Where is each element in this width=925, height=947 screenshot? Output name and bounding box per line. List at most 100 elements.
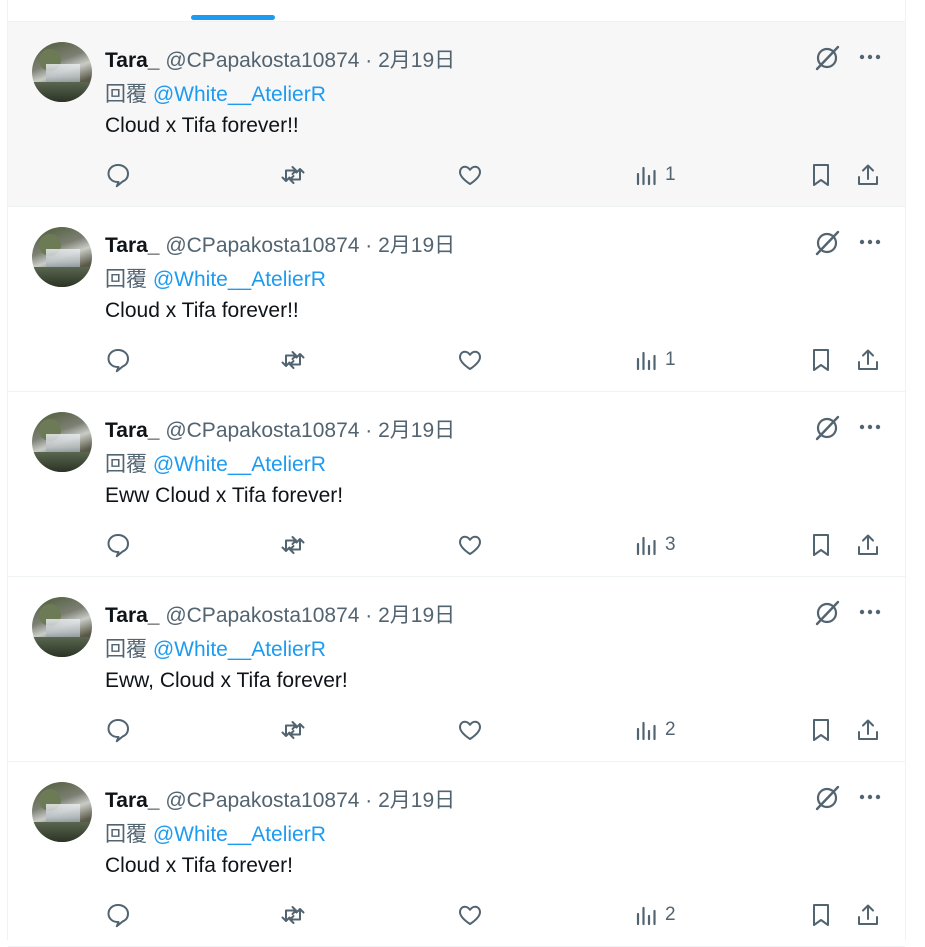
bookmark-icon[interactable] bbox=[806, 900, 836, 930]
like-icon[interactable] bbox=[455, 345, 485, 375]
tweet-actions: 1 bbox=[8, 345, 905, 375]
like-icon[interactable] bbox=[455, 530, 485, 560]
tweet-text: Eww, Cloud x Tifa forever! bbox=[105, 669, 348, 692]
reply-context: 回覆 @White__AtelierR bbox=[105, 633, 326, 663]
display-name[interactable]: Tara_ bbox=[105, 234, 159, 257]
bookmark-icon[interactable] bbox=[806, 715, 836, 745]
reply-mention-link[interactable]: @White__AtelierR bbox=[153, 823, 326, 846]
reply-context: 回覆 @White__AtelierR bbox=[105, 78, 326, 108]
retweet-icon[interactable] bbox=[278, 345, 308, 375]
more-icon[interactable] bbox=[856, 228, 884, 256]
tweet-text: Eww Cloud x Tifa forever! bbox=[105, 484, 344, 507]
avatar[interactable] bbox=[32, 227, 92, 287]
reply-icon[interactable] bbox=[103, 715, 133, 745]
separator-dot: · bbox=[359, 419, 379, 442]
retweet-icon[interactable] bbox=[278, 530, 308, 560]
more-icon[interactable] bbox=[856, 598, 884, 626]
share-icon[interactable] bbox=[853, 715, 883, 745]
views-count: 2 bbox=[665, 719, 676, 740]
reply-context: 回覆 @White__AtelierR bbox=[105, 818, 326, 848]
reply-mention-link[interactable]: @White__AtelierR bbox=[153, 268, 326, 291]
grok-icon[interactable] bbox=[813, 413, 841, 441]
reply-mention-link[interactable]: @White__AtelierR bbox=[153, 453, 326, 476]
user-handle[interactable]: @CPapakosta10874 bbox=[165, 49, 359, 72]
reply-icon[interactable] bbox=[103, 900, 133, 930]
more-icon[interactable] bbox=[856, 413, 884, 441]
share-icon[interactable] bbox=[853, 900, 883, 930]
bookmark-icon[interactable] bbox=[806, 530, 836, 560]
tweet-date[interactable]: 2月19日 bbox=[378, 419, 455, 442]
tweet[interactable]: Tara_ @CPapakosta10874 · 2月19日 回覆 @White… bbox=[8, 392, 905, 577]
tweet-actions: 3 bbox=[8, 530, 905, 560]
grok-icon[interactable] bbox=[813, 228, 841, 256]
tweet-actions: 1 bbox=[8, 160, 905, 190]
display-name[interactable]: Tara_ bbox=[105, 789, 159, 812]
active-tab-indicator bbox=[191, 15, 275, 20]
user-handle[interactable]: @CPapakosta10874 bbox=[165, 234, 359, 257]
tweet-header: Tara_ @CPapakosta10874 · 2月19日 bbox=[105, 599, 455, 629]
tweet-actions: 2 bbox=[8, 715, 905, 745]
views-icon[interactable] bbox=[632, 900, 662, 930]
reply-prefix: 回覆 bbox=[105, 83, 153, 106]
separator-dot: · bbox=[359, 49, 379, 72]
like-icon[interactable] bbox=[455, 715, 485, 745]
grok-icon[interactable] bbox=[813, 43, 841, 71]
views-count: 1 bbox=[665, 164, 676, 185]
avatar[interactable] bbox=[32, 597, 92, 657]
reply-prefix: 回覆 bbox=[105, 453, 153, 476]
tweet[interactable]: Tara_ @CPapakosta10874 · 2月19日 回覆 @White… bbox=[8, 207, 905, 392]
grok-icon[interactable] bbox=[813, 783, 841, 811]
more-icon[interactable] bbox=[856, 783, 884, 811]
reply-icon[interactable] bbox=[103, 160, 133, 190]
tweet[interactable]: Tara_ @CPapakosta10874 · 2月19日 回覆 @White… bbox=[8, 22, 905, 207]
views-icon[interactable] bbox=[632, 345, 662, 375]
more-icon[interactable] bbox=[856, 43, 884, 71]
reply-mention-link[interactable]: @White__AtelierR bbox=[153, 83, 326, 106]
views-count: 2 bbox=[665, 904, 676, 925]
reply-prefix: 回覆 bbox=[105, 823, 153, 846]
display-name[interactable]: Tara_ bbox=[105, 49, 159, 72]
tweet-text: Cloud x Tifa forever! bbox=[105, 854, 293, 877]
tweet[interactable]: Tara_ @CPapakosta10874 · 2月19日 回覆 @White… bbox=[8, 577, 905, 762]
separator-dot: · bbox=[359, 789, 379, 812]
like-icon[interactable] bbox=[455, 160, 485, 190]
views-icon[interactable] bbox=[632, 530, 662, 560]
tweet-actions: 2 bbox=[8, 900, 905, 930]
retweet-icon[interactable] bbox=[278, 900, 308, 930]
tweet-header: Tara_ @CPapakosta10874 · 2月19日 bbox=[105, 229, 455, 259]
tweet-date[interactable]: 2月19日 bbox=[378, 234, 455, 257]
share-icon[interactable] bbox=[853, 160, 883, 190]
views-count: 3 bbox=[665, 534, 676, 555]
reply-context: 回覆 @White__AtelierR bbox=[105, 448, 326, 478]
separator-dot: · bbox=[359, 234, 379, 257]
share-icon[interactable] bbox=[853, 345, 883, 375]
retweet-icon[interactable] bbox=[278, 715, 308, 745]
user-handle[interactable]: @CPapakosta10874 bbox=[165, 789, 359, 812]
bookmark-icon[interactable] bbox=[806, 345, 836, 375]
views-icon[interactable] bbox=[632, 715, 662, 745]
avatar[interactable] bbox=[32, 412, 92, 472]
avatar[interactable] bbox=[32, 42, 92, 102]
timeline-column: Tara_ @CPapakosta10874 · 2月19日 回覆 @White… bbox=[7, 0, 906, 947]
share-icon[interactable] bbox=[853, 530, 883, 560]
grok-icon[interactable] bbox=[813, 598, 841, 626]
tweet-date[interactable]: 2月19日 bbox=[378, 604, 455, 627]
avatar[interactable] bbox=[32, 782, 92, 842]
tweet-header: Tara_ @CPapakosta10874 · 2月19日 bbox=[105, 414, 455, 444]
tweet-date[interactable]: 2月19日 bbox=[378, 49, 455, 72]
tweet[interactable]: Tara_ @CPapakosta10874 · 2月19日 回覆 @White… bbox=[8, 762, 905, 947]
views-icon[interactable] bbox=[632, 160, 662, 190]
reply-icon[interactable] bbox=[103, 345, 133, 375]
bookmark-icon[interactable] bbox=[806, 160, 836, 190]
reply-icon[interactable] bbox=[103, 530, 133, 560]
user-handle[interactable]: @CPapakosta10874 bbox=[165, 419, 359, 442]
views-count: 1 bbox=[665, 349, 676, 370]
retweet-icon[interactable] bbox=[278, 160, 308, 190]
like-icon[interactable] bbox=[455, 900, 485, 930]
reply-mention-link[interactable]: @White__AtelierR bbox=[153, 638, 326, 661]
user-handle[interactable]: @CPapakosta10874 bbox=[165, 604, 359, 627]
display-name[interactable]: Tara_ bbox=[105, 604, 159, 627]
tweet-text: Cloud x Tifa forever!! bbox=[105, 299, 299, 322]
display-name[interactable]: Tara_ bbox=[105, 419, 159, 442]
tweet-date[interactable]: 2月19日 bbox=[378, 789, 455, 812]
